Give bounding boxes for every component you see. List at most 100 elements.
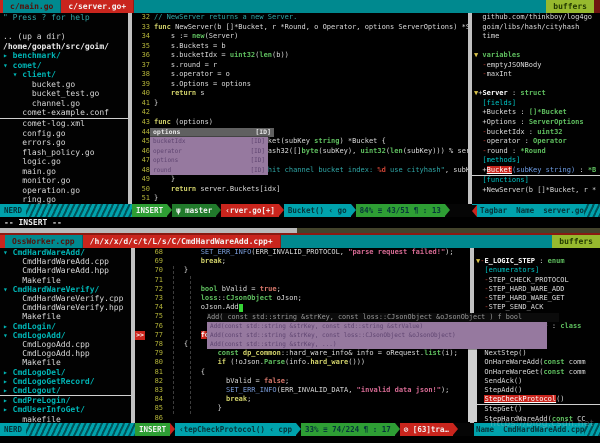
tree-item[interactable]: ▾ CmdHardWareVerify/ bbox=[0, 285, 131, 294]
tree-item[interactable]: ▾ comet/ bbox=[0, 61, 128, 71]
code-line[interactable]: 41} bbox=[132, 99, 468, 109]
tree-item[interactable] bbox=[0, 23, 128, 33]
tree-item[interactable]: monitor.go bbox=[0, 176, 128, 186]
tree-item[interactable]: ring.go bbox=[0, 195, 128, 204]
tag-item[interactable]: ▼+Server : struct bbox=[472, 89, 600, 99]
scrollbar[interactable] bbox=[0, 228, 600, 233]
tag-item[interactable]: -maxInt bbox=[472, 70, 600, 80]
completion-item[interactable]: Add(const std::string &strKey, const std… bbox=[207, 322, 547, 331]
tag-item[interactable]: OnHareWareAdd(const comm bbox=[474, 358, 600, 367]
tree-item[interactable]: CmdLogoAdd.hpp bbox=[0, 349, 131, 358]
tag-item[interactable]: StepAdd() bbox=[474, 386, 600, 395]
tree-item[interactable]: comet-log.xml bbox=[0, 119, 128, 129]
tag-item[interactable]: +Options : ServerOptions bbox=[472, 118, 600, 128]
tree-item[interactable]: " Press ? for help bbox=[0, 13, 128, 23]
tag-item[interactable]: [methods] bbox=[472, 156, 600, 166]
completion-item[interactable]: operator[ID] bbox=[150, 147, 268, 157]
tag-item[interactable] bbox=[474, 248, 600, 257]
code-line[interactable]: 36 s.bucketIdx = uint32(len(b)) bbox=[132, 51, 468, 61]
tag-item[interactable]: OnHareWareGet(const comm bbox=[474, 368, 600, 377]
code-line[interactable]: 71 bbox=[135, 276, 470, 285]
completion-item[interactable]: options[ID] bbox=[150, 156, 268, 166]
tree-item[interactable]: operation.go bbox=[0, 186, 128, 196]
code-line[interactable]: 50 return server.Buckets[idx] bbox=[132, 185, 468, 195]
tree-item[interactable]: errors.go bbox=[0, 138, 128, 148]
code-line[interactable]: 37 s.round = r bbox=[132, 61, 468, 71]
tag-item[interactable]: -STEP_HARD_WARE_ADD bbox=[474, 285, 600, 294]
tag-item[interactable]: -emptyJSONBody bbox=[472, 61, 600, 71]
tag-item[interactable]: [enumerators] bbox=[474, 266, 600, 275]
tag-item[interactable]: -STEP_SEND_ACK bbox=[474, 303, 600, 312]
tree-item[interactable]: .. (up a dir) bbox=[0, 32, 128, 42]
completion-selected[interactable]: options[ID] bbox=[150, 128, 274, 138]
code-line[interactable]: 32// NewServer returns a new Server. bbox=[132, 13, 468, 23]
tree-item[interactable]: ▸ CmdPreLogin/ bbox=[0, 396, 131, 405]
code-line[interactable]: 83 SET_ERR_INFO(ERR_INVALID_DATA, "inval… bbox=[135, 386, 470, 395]
tree-item[interactable]: ▸ CmdLogoGetRecord/ bbox=[0, 377, 131, 386]
tree-item[interactable]: logic.go bbox=[0, 157, 128, 167]
code-line[interactable]: 80 if (!oJson.Parse(info.hard_ware())) bbox=[135, 358, 470, 367]
tab[interactable]: c/server.go+ bbox=[61, 0, 134, 13]
tag-item[interactable]: ▼ variables bbox=[472, 51, 600, 61]
tree-item[interactable]: flash_policy.go bbox=[0, 148, 128, 158]
tag-item[interactable]: NextStep() bbox=[474, 349, 600, 358]
code-line[interactable]: 33func NewServer(b []*Bucket, r *Round, … bbox=[132, 23, 468, 33]
code-line[interactable]: 35 s.Buckets = b bbox=[132, 42, 468, 52]
tree-item[interactable]: bucket.go bbox=[0, 80, 128, 90]
code-line[interactable]: 82 bValid = false; bbox=[135, 377, 470, 386]
tree-item[interactable]: ▸ CmdLogout/ bbox=[0, 386, 131, 396]
tree-item[interactable]: Makefile bbox=[0, 358, 131, 367]
tag-item[interactable]: -STEP_HARD_WARE_GET bbox=[474, 294, 600, 303]
tree-item[interactable]: ▸ CmdLogin/ bbox=[0, 322, 131, 331]
completion-item[interactable]: Add(const std::string &strKey, ...) bbox=[207, 340, 547, 349]
tree-item[interactable]: comet-example.conf bbox=[0, 108, 128, 119]
tree-item[interactable]: /home/gopath/src/goim/ bbox=[0, 42, 128, 52]
tree-item[interactable]: CmdHardWareVerify.cpp bbox=[0, 294, 131, 303]
tag-item[interactable]: +Bucket(subKey string) : *B bbox=[472, 166, 600, 177]
code-line[interactable]: 74 oJson.Add bbox=[135, 303, 470, 312]
tree-item[interactable]: ▸ CmdLogoDel/ bbox=[0, 368, 131, 377]
code-line[interactable]: 86 bbox=[135, 414, 470, 423]
tree-item[interactable]: channel.go bbox=[0, 99, 128, 109]
tag-item[interactable]: SendAck() bbox=[474, 377, 600, 386]
tab[interactable]: /h/x/x/d/c/t/L/s/C/CmdHardWareAdd.cpp+ bbox=[83, 235, 281, 248]
tag-item[interactable]: -round : *Round bbox=[472, 147, 600, 157]
tag-item[interactable] bbox=[472, 80, 600, 90]
tag-item[interactable]: [functions] bbox=[472, 176, 600, 186]
code-line[interactable]: 39 s.Options = options bbox=[132, 80, 468, 90]
tree-item[interactable]: config.go bbox=[0, 129, 128, 139]
tag-item[interactable]: -bucketIdx : uint32 bbox=[472, 128, 600, 138]
code-line[interactable]: 42 bbox=[132, 108, 468, 118]
editor-pane[interactable]: 32// NewServer returns a new Server.33fu… bbox=[132, 13, 468, 204]
tag-item[interactable]: +Buckets : []*Bucket bbox=[472, 108, 600, 118]
code-line[interactable]: 85 } bbox=[135, 404, 470, 413]
code-line[interactable]: 72 bool bValid = true; bbox=[135, 285, 470, 294]
tree-item[interactable]: main.go bbox=[0, 167, 128, 177]
code-line[interactable]: 43func (options) bbox=[132, 118, 468, 128]
tag-item[interactable]: -STEP_CHECK_PROTOCOL bbox=[474, 276, 600, 285]
code-line[interactable]: 34 s := new(Server) bbox=[132, 32, 468, 42]
buffers-tab[interactable]: buffers bbox=[552, 235, 600, 248]
tag-item[interactable]: github.com/thinkboy/log4go bbox=[472, 13, 600, 23]
completion-item[interactable]: bucketIdx[ID] bbox=[150, 137, 268, 147]
tree-item[interactable]: CmdHardWareVerify.hpp bbox=[0, 303, 131, 312]
tree-item[interactable]: ▸ CmdUserInfoGet/ bbox=[0, 405, 131, 414]
completion-item[interactable]: round[ID] bbox=[150, 166, 268, 176]
tree-item[interactable]: makefile bbox=[0, 415, 131, 423]
tree-item[interactable]: CmdHardWareAdd.hpp bbox=[0, 266, 131, 275]
code-line[interactable]: 69 break; bbox=[135, 257, 470, 266]
tree-item[interactable]: CmdLogoAdd.cpp bbox=[0, 340, 131, 349]
tag-item[interactable]: -operator : Operator bbox=[472, 137, 600, 147]
code-line[interactable]: 38 s.operator = o bbox=[132, 70, 468, 80]
tag-item[interactable]: goim/libs/hash/cityhash bbox=[472, 23, 600, 33]
tag-item[interactable]: ▼-E_LOGIC_STEP : enum bbox=[474, 257, 600, 266]
code-line[interactable]: 68 SET_ERR_INFO(ERR_INVALID_PROTOCOL, "p… bbox=[135, 248, 470, 257]
tree-item[interactable]: ▾ client/ bbox=[0, 70, 128, 80]
tree-item[interactable]: Makefile bbox=[0, 312, 131, 321]
tag-item[interactable] bbox=[472, 42, 600, 52]
code-line[interactable]: 79 const dp_common::hard_ware_info& info… bbox=[135, 349, 470, 358]
tag-item[interactable]: +NewServer(b []*Bucket, r * bbox=[472, 186, 600, 196]
completion-item[interactable]: Add(const std::string &strKey, const los… bbox=[207, 331, 547, 340]
tree-item[interactable]: bucket_test.go bbox=[0, 89, 128, 99]
tag-item[interactable]: [fields] bbox=[472, 99, 600, 109]
